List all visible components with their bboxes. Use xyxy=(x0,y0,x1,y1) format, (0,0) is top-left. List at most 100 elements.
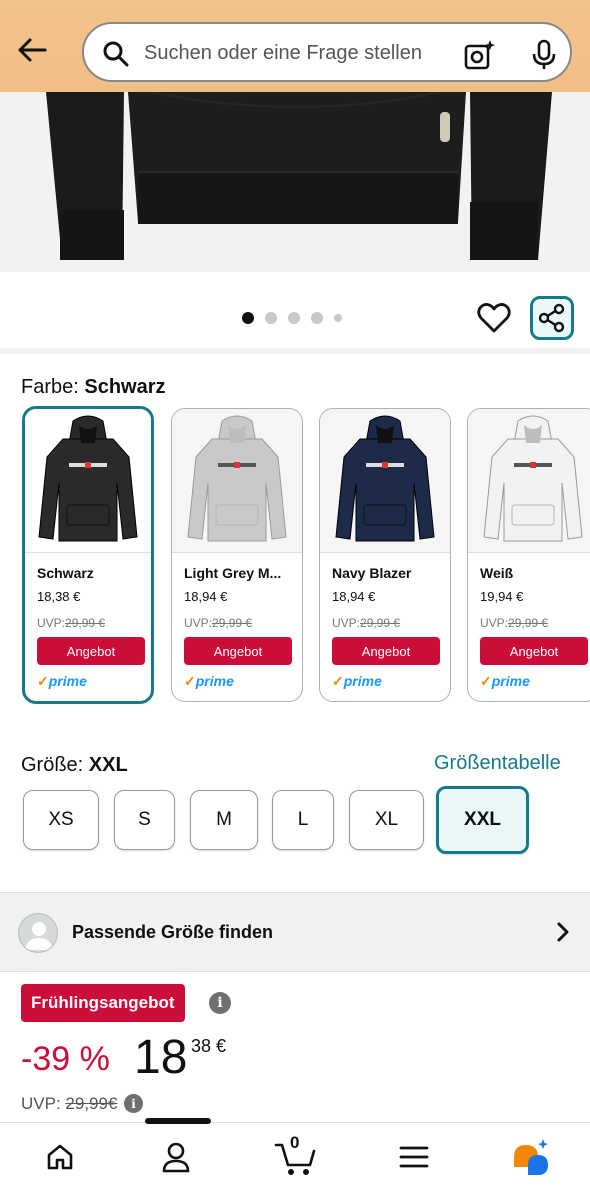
selected-size-value: XXL xyxy=(88,754,128,776)
prime-badge: ✓prime xyxy=(480,673,530,690)
size-option-l[interactable]: L xyxy=(272,790,334,850)
camera-search-icon[interactable] xyxy=(462,38,496,72)
product-image[interactable] xyxy=(0,92,590,272)
nav-cart[interactable]: 0 xyxy=(272,1133,320,1177)
heart-icon xyxy=(477,303,511,333)
prime-check-icon: ✓ xyxy=(37,673,49,689)
prime-check-icon: ✓ xyxy=(184,673,196,689)
color-label: Farbe: Schwarz xyxy=(21,376,166,399)
price-fraction: 38 € xyxy=(191,1036,227,1056)
swatch-name: Weiß xyxy=(480,565,514,581)
prime-badge: ✓prime xyxy=(184,673,234,690)
nav-account[interactable] xyxy=(156,1137,196,1177)
hoodie-thumbnail-icon xyxy=(483,415,583,541)
uvp-value: 29,99 € xyxy=(65,616,106,630)
active-tab-indicator xyxy=(145,1118,211,1124)
microphone-icon[interactable] xyxy=(530,38,558,72)
hoodie-image xyxy=(0,92,590,272)
prime-badge: ✓prime xyxy=(37,673,87,690)
size-label-text: Größe: xyxy=(21,754,84,776)
uvp-label: UVP: xyxy=(21,1094,61,1113)
uvp-line: UVP: 29,99€ xyxy=(21,1094,117,1114)
find-size-label: Passende Größe finden xyxy=(72,922,274,942)
swatch-price: 18,38 € xyxy=(37,589,81,604)
avatar xyxy=(18,913,58,953)
size-option-xs[interactable]: XS xyxy=(23,790,99,850)
hoodie-thumbnail-icon xyxy=(335,415,435,541)
wishlist-button[interactable] xyxy=(476,300,512,336)
size-option-s[interactable]: S xyxy=(114,790,175,850)
prime-badge: ✓prime xyxy=(332,673,382,690)
uvp-value: 29,99 € xyxy=(212,616,253,630)
person-icon xyxy=(25,922,53,950)
swatch-image xyxy=(320,409,450,553)
search-header: Suchen oder eine Frage stellen xyxy=(0,0,590,92)
nav-rufus[interactable] xyxy=(510,1137,550,1177)
section-divider xyxy=(0,348,590,354)
color-swatch-navy-blazer[interactable]: Navy Blazer 18,94 € UVP:29,99 € Angebot … xyxy=(319,408,451,702)
share-button[interactable] xyxy=(530,296,574,340)
color-swatch-schwarz[interactable]: Schwarz 18,38 € UVP:29,99 € Angebot ✓pri… xyxy=(22,406,154,704)
hoodie-thumbnail-icon xyxy=(38,415,138,541)
prime-label: prime xyxy=(195,673,234,689)
swatch-uvp: UVP:29,99 € xyxy=(184,616,252,630)
home-icon xyxy=(47,1144,73,1170)
swatch-uvp: UVP:29,99 € xyxy=(332,616,400,630)
back-arrow-icon xyxy=(18,38,47,62)
size-option-xxl[interactable]: XXL xyxy=(436,786,529,854)
hoodie-thumbnail-icon xyxy=(187,415,287,541)
back-button[interactable] xyxy=(12,30,52,70)
swatch-image xyxy=(468,409,590,553)
uvp-value: 29,99 € xyxy=(508,616,549,630)
carousel-dot[interactable] xyxy=(265,312,277,324)
deal-badge: Angebot xyxy=(332,637,440,665)
carousel-dot[interactable] xyxy=(311,312,323,324)
deal-badge: Angebot xyxy=(37,637,145,665)
uvp-label: UVP: xyxy=(184,616,213,630)
swatch-uvp: UVP:29,99 € xyxy=(37,616,105,630)
uvp-info-icon[interactable]: i xyxy=(124,1094,143,1113)
swatch-image xyxy=(172,409,302,553)
size-option-m[interactable]: M xyxy=(190,790,258,850)
share-icon xyxy=(538,303,565,333)
uvp-value: 29,99 € xyxy=(360,616,401,630)
color-swatch-light-grey[interactable]: Light Grey M... 18,94 € UVP:29,99 € Ange… xyxy=(171,408,303,702)
color-label-text: Farbe: xyxy=(21,376,79,398)
carousel-dot[interactable] xyxy=(334,314,342,322)
person-icon xyxy=(162,1142,190,1173)
carousel-dots[interactable] xyxy=(242,312,342,324)
size-label: Größe: XXL xyxy=(21,754,128,777)
swatch-price: 19,94 € xyxy=(480,589,524,604)
carousel-dot[interactable] xyxy=(242,312,254,324)
nav-home[interactable] xyxy=(40,1137,80,1177)
prime-label: prime xyxy=(343,673,382,689)
search-bar[interactable]: Suchen oder eine Frage stellen xyxy=(82,22,572,82)
deal-badge: Angebot xyxy=(184,637,292,665)
size-option-xl[interactable]: XL xyxy=(349,790,424,850)
prime-check-icon: ✓ xyxy=(480,673,492,689)
swatch-name: Navy Blazer xyxy=(332,565,412,581)
bottom-navigation: 0 xyxy=(0,1122,590,1197)
search-input[interactable]: Suchen oder eine Frage stellen xyxy=(144,42,422,65)
carousel-dot[interactable] xyxy=(288,312,300,324)
swatch-image xyxy=(25,409,151,553)
search-icon xyxy=(103,41,129,67)
color-swatch-weiss[interactable]: Weiß 19,94 € UVP:29,99 € Angebot ✓prime xyxy=(467,408,590,702)
prime-label: prime xyxy=(491,673,530,689)
cart-count: 0 xyxy=(290,1133,300,1152)
nav-menu[interactable] xyxy=(394,1137,434,1177)
selected-color-value: Schwarz xyxy=(84,376,166,398)
product-page: Suchen oder eine Frage stellen Farbe: Sc… xyxy=(0,0,590,1197)
ai-assistant-icon xyxy=(514,1139,548,1175)
prime-label: prime xyxy=(48,673,87,689)
prime-check-icon: ✓ xyxy=(332,673,344,689)
size-chart-link[interactable]: Größentabelle xyxy=(434,752,561,775)
info-icon[interactable]: i xyxy=(209,992,231,1014)
spring-deal-badge: Frühlingsangebot xyxy=(21,984,185,1022)
swatch-price: 18,94 € xyxy=(184,589,228,604)
uvp-label: UVP: xyxy=(37,616,66,630)
color-swatches: Schwarz 18,38 € UVP:29,99 € Angebot ✓pri… xyxy=(0,404,590,710)
find-size-row[interactable]: Passende Größe finden xyxy=(0,892,590,972)
price-whole: 18 xyxy=(134,1031,188,1084)
chevron-right-icon xyxy=(557,922,569,942)
